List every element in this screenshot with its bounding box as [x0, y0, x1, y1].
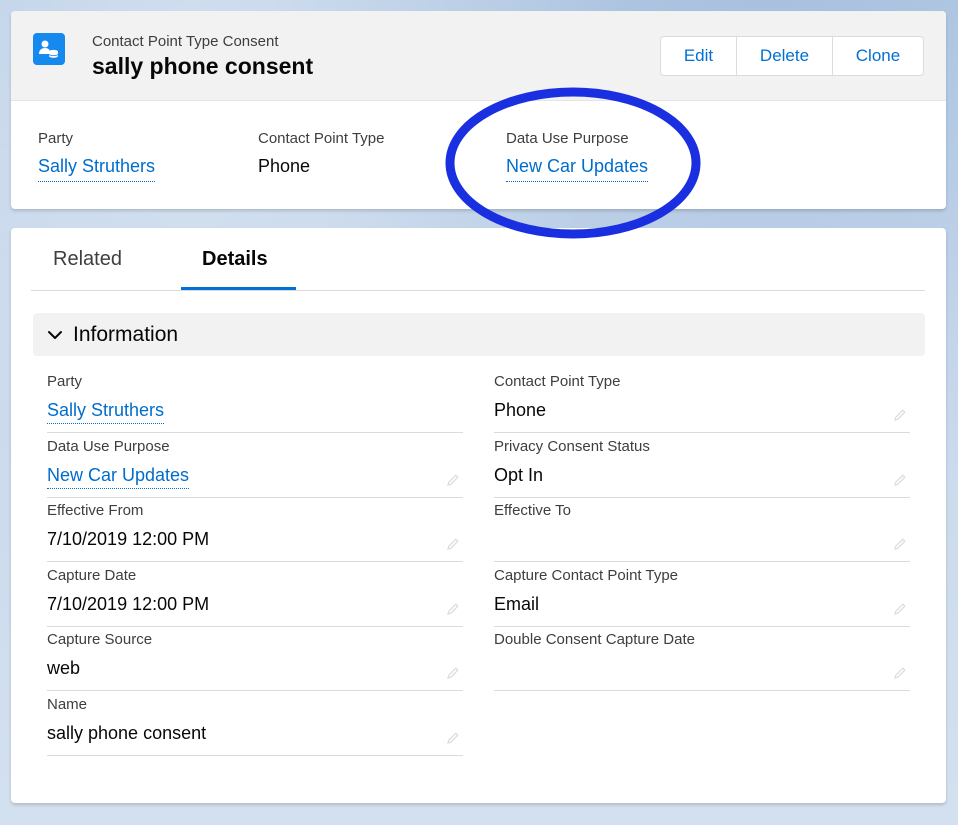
pencil-icon[interactable] [445, 472, 461, 488]
highlight-label: Contact Point Type [258, 130, 385, 147]
field-label: Capture Source [47, 631, 153, 648]
delete-button[interactable]: Delete [737, 37, 833, 75]
record-title: sally phone consent [92, 53, 314, 79]
field-label: Effective From [47, 502, 144, 519]
field-value: 7/10/2019 12:00 PM [47, 529, 210, 549]
field-value: web [47, 658, 81, 678]
party-field-link[interactable]: Sally Struthers [47, 400, 165, 424]
pencil-icon[interactable] [892, 536, 908, 552]
highlights-panel: Party Sally Struthers Contact Point Type… [11, 101, 946, 209]
field-label: Double Consent Capture Date [494, 631, 695, 648]
field-value: Opt In [494, 465, 544, 485]
field-label: Party [47, 373, 83, 390]
field-value: 7/10/2019 12:00 PM [47, 594, 210, 614]
pencil-icon[interactable] [892, 472, 908, 488]
field-party: Party Sally Struthers [47, 373, 463, 433]
highlight-label: Data Use Purpose [506, 130, 629, 147]
active-tab-indicator [181, 287, 296, 290]
data-use-purpose-link[interactable]: New Car Updates [506, 156, 649, 182]
field-label: Effective To [494, 502, 571, 519]
tab-related[interactable]: Related [53, 248, 122, 271]
pencil-icon[interactable] [445, 665, 461, 681]
field-capture-contact-point-type: Capture Contact Point Type Email [494, 567, 910, 627]
tab-bar: Related Details [31, 228, 925, 291]
field-capture-source: Capture Source web [47, 631, 463, 691]
header-top: Contact Point Type Consent sally phone c… [11, 11, 946, 101]
details-card: Related Details Information Party Sally … [11, 228, 946, 803]
pencil-icon[interactable] [892, 407, 908, 423]
object-type-label: Contact Point Type Consent [92, 33, 279, 50]
highlight-data-use-purpose: Data Use Purpose New Car Updates [506, 130, 649, 182]
field-label: Privacy Consent Status [494, 438, 650, 455]
highlight-party: Party Sally Struthers [38, 130, 156, 182]
field-double-consent-capture-date: Double Consent Capture Date [494, 631, 910, 691]
highlight-label: Party [38, 130, 74, 147]
field-value: Phone [494, 400, 547, 420]
field-effective-to: Effective To [494, 502, 910, 562]
field-value: Email [494, 594, 540, 614]
field-data-use-purpose: Data Use Purpose New Car Updates [47, 438, 463, 498]
consent-record-icon [33, 33, 65, 65]
record-header: Contact Point Type Consent sally phone c… [11, 11, 946, 209]
edit-button[interactable]: Edit [661, 37, 737, 75]
data-use-purpose-field-link[interactable]: New Car Updates [47, 465, 190, 489]
field-effective-from: Effective From 7/10/2019 12:00 PM [47, 502, 463, 562]
field-label: Capture Contact Point Type [494, 567, 678, 584]
field-value: sally phone consent [47, 723, 207, 743]
pencil-icon[interactable] [892, 601, 908, 617]
field-label: Capture Date [47, 567, 137, 584]
field-label: Contact Point Type [494, 373, 621, 390]
party-link[interactable]: Sally Struthers [38, 156, 156, 182]
field-label: Data Use Purpose [47, 438, 170, 455]
pencil-icon[interactable] [445, 536, 461, 552]
highlight-value: Phone [258, 156, 311, 176]
pencil-icon[interactable] [445, 601, 461, 617]
action-button-group: Edit Delete Clone [660, 36, 924, 76]
field-privacy-consent-status: Privacy Consent Status Opt In [494, 438, 910, 498]
tab-details[interactable]: Details [202, 248, 268, 271]
section-title: Information [73, 322, 179, 346]
clone-button[interactable]: Clone [833, 37, 923, 75]
field-name: Name sally phone consent [47, 696, 463, 756]
field-capture-date: Capture Date 7/10/2019 12:00 PM [47, 567, 463, 627]
pencil-icon[interactable] [892, 665, 908, 681]
highlight-contact-point-type: Contact Point Type Phone [258, 130, 384, 177]
chevron-down-icon [48, 330, 62, 339]
field-label: Name [47, 696, 88, 713]
pencil-icon[interactable] [445, 730, 461, 746]
information-section-header[interactable]: Information [33, 313, 925, 356]
field-contact-point-type: Contact Point Type Phone [494, 373, 910, 433]
